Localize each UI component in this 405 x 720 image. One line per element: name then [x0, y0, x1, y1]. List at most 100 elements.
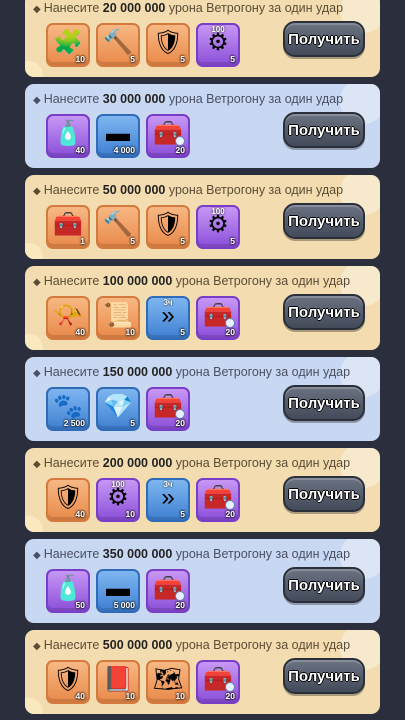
reward-item[interactable]: 🛡 5	[146, 205, 190, 249]
reward-card: ◆ Нанесите 30 000 000 урона Ветрогону за …	[25, 84, 380, 168]
damage-amount: 20 000 000	[102, 1, 166, 15]
damage-amount: 200 000 000	[102, 456, 173, 470]
item-count: 5 000	[113, 600, 135, 610]
item-count: 4 000	[113, 145, 135, 155]
condition-prefix: Нанесите	[43, 92, 100, 106]
item-count: 5	[230, 54, 235, 64]
reward-item[interactable]: 🛡 40	[46, 660, 90, 704]
condition-suffix: урона Ветрогону за один удар	[175, 547, 351, 561]
diamond-icon: ◆	[33, 368, 41, 379]
item-count: 40	[75, 327, 85, 337]
reward-item[interactable]: 🐾 2 500	[46, 387, 90, 431]
item-count: 5	[130, 236, 135, 246]
diamond-icon: ◆	[33, 277, 41, 288]
item-count: 5	[130, 418, 135, 428]
condition-suffix: урона Ветрогону за один удар	[168, 1, 344, 15]
book-icon: 📕	[103, 666, 133, 693]
diamond-icon: ◆	[33, 459, 41, 470]
reward-item[interactable]: 📜 10	[96, 296, 140, 340]
reward-condition: ◆ Нанесите 30 000 000 урона Ветрогону за …	[33, 92, 372, 106]
card-decoration	[25, 698, 43, 714]
reward-card: ◆ Нанесите 20 000 000 урона Ветрогону за …	[25, 0, 380, 77]
scroll-icon: 📜	[103, 302, 133, 329]
reward-card: ◆ Нанесите 200 000 000 урона Ветрогону за…	[25, 448, 380, 532]
claim-button[interactable]: Получить	[283, 476, 365, 512]
reward-item[interactable]: ▬ 4 000	[96, 114, 140, 158]
reward-item[interactable]: 100 ⚙ 10	[96, 478, 140, 522]
treasure-chest-icon: 🧰	[53, 211, 83, 238]
reward-item[interactable]: 🔨 5	[96, 23, 140, 67]
item-count: 5	[180, 327, 185, 337]
reward-item[interactable]: 🗺 10	[146, 660, 190, 704]
item-count: 5	[180, 54, 185, 64]
reward-item[interactable]: 💎 5	[96, 387, 140, 431]
reward-item[interactable]: 3ч» 5	[146, 296, 190, 340]
reward-item[interactable]: 📯 40	[46, 296, 90, 340]
card-decoration	[25, 334, 43, 350]
reward-item[interactable]: ▬ 5 000	[96, 569, 140, 613]
puzzle-piece-icon: 🧩	[53, 29, 83, 56]
potion-bottle-icon: 🧴	[53, 575, 83, 602]
condition-suffix: урона Ветрогону за один удар	[175, 365, 351, 379]
condition-prefix: Нанесите	[43, 183, 100, 197]
claim-button[interactable]: Получить	[283, 385, 365, 421]
condition-prefix: Нанесите	[43, 638, 100, 652]
item-count: 20	[175, 145, 185, 155]
claim-button[interactable]: Получить	[283, 21, 365, 57]
item-count: 40	[75, 509, 85, 519]
golden-horn-icon: 📯	[53, 302, 83, 329]
item-count: 10	[175, 691, 185, 701]
reward-items: 🧰 1 🔨 5 🛡 5 100 ⚙ 5	[46, 205, 240, 249]
reward-item[interactable]: 🧰 20	[196, 660, 240, 704]
reward-item[interactable]: 🧰 20	[146, 569, 190, 613]
reward-condition: ◆ Нанесите 50 000 000 урона Ветрогону за …	[33, 183, 372, 197]
claim-button[interactable]: Получить	[283, 294, 365, 330]
item-count: 10	[125, 327, 135, 337]
card-decoration	[25, 243, 43, 259]
reward-item[interactable]: 🛡 40	[46, 478, 90, 522]
item-count: 10	[125, 691, 135, 701]
diamond-icon: ◆	[33, 95, 41, 106]
condition-suffix: урона Ветрогону за один удар	[175, 274, 351, 288]
reward-item[interactable]: 100 ⚙ 5	[196, 205, 240, 249]
diamond-icon: ◆	[33, 186, 41, 197]
reward-item[interactable]: 🔨 5	[96, 205, 140, 249]
hero-fragment-icon: 🛡	[52, 484, 84, 511]
damage-amount: 500 000 000	[102, 638, 173, 652]
reward-item[interactable]: 100 ⚙ 5	[196, 23, 240, 67]
reward-card: ◆ Нанесите 150 000 000 урона Ветрогону за…	[25, 357, 380, 441]
reward-item[interactable]: 🧴 50	[46, 569, 90, 613]
reward-item[interactable]: 🧰 20	[196, 478, 240, 522]
reward-items: 🛡 40 100 ⚙ 10 3ч» 5 🧰 20	[46, 478, 240, 522]
claim-button[interactable]: Получить	[283, 203, 365, 239]
reward-item[interactable]: 📕 10	[96, 660, 140, 704]
reward-card: ◆ Нанесите 50 000 000 урона Ветрогону за …	[25, 175, 380, 259]
reward-item[interactable]: 🧴 40	[46, 114, 90, 158]
hero-fragment-icon: 🛡	[152, 29, 184, 56]
item-count: 2 500	[63, 418, 85, 428]
reward-item[interactable]: 🧰 20	[196, 296, 240, 340]
condition-suffix: урона Ветрогону за один удар	[168, 92, 344, 106]
damage-amount: 350 000 000	[102, 547, 173, 561]
reward-item[interactable]: 🧰 20	[146, 114, 190, 158]
item-count: 20	[175, 600, 185, 610]
claim-button[interactable]: Получить	[283, 112, 365, 148]
crystal-hammer-icon: 🔨	[103, 211, 133, 238]
reward-item[interactable]: 🧰 1	[46, 205, 90, 249]
claim-button[interactable]: Получить	[283, 567, 365, 603]
reward-item[interactable]: 3ч» 5	[146, 478, 190, 522]
crystal-hammer-icon: 🔨	[103, 29, 133, 56]
card-decoration	[25, 61, 43, 77]
claim-button[interactable]: Получить	[283, 658, 365, 694]
item-count: 20	[225, 691, 235, 701]
item-count: 5	[230, 236, 235, 246]
item-count: 20	[175, 418, 185, 428]
reward-item[interactable]: 🧩 10	[46, 23, 90, 67]
reward-condition: ◆ Нанесите 500 000 000 урона Ветрогону за…	[33, 638, 372, 652]
reward-items: 🧴 50 ▬ 5 000 🧰 20	[46, 569, 190, 613]
item-count: 10	[75, 54, 85, 64]
diamond-icon: ◆	[33, 550, 41, 561]
reward-item[interactable]: 🛡 5	[146, 23, 190, 67]
reward-item[interactable]: 🧰 20	[146, 387, 190, 431]
diamond-icon: ◆	[33, 641, 41, 652]
